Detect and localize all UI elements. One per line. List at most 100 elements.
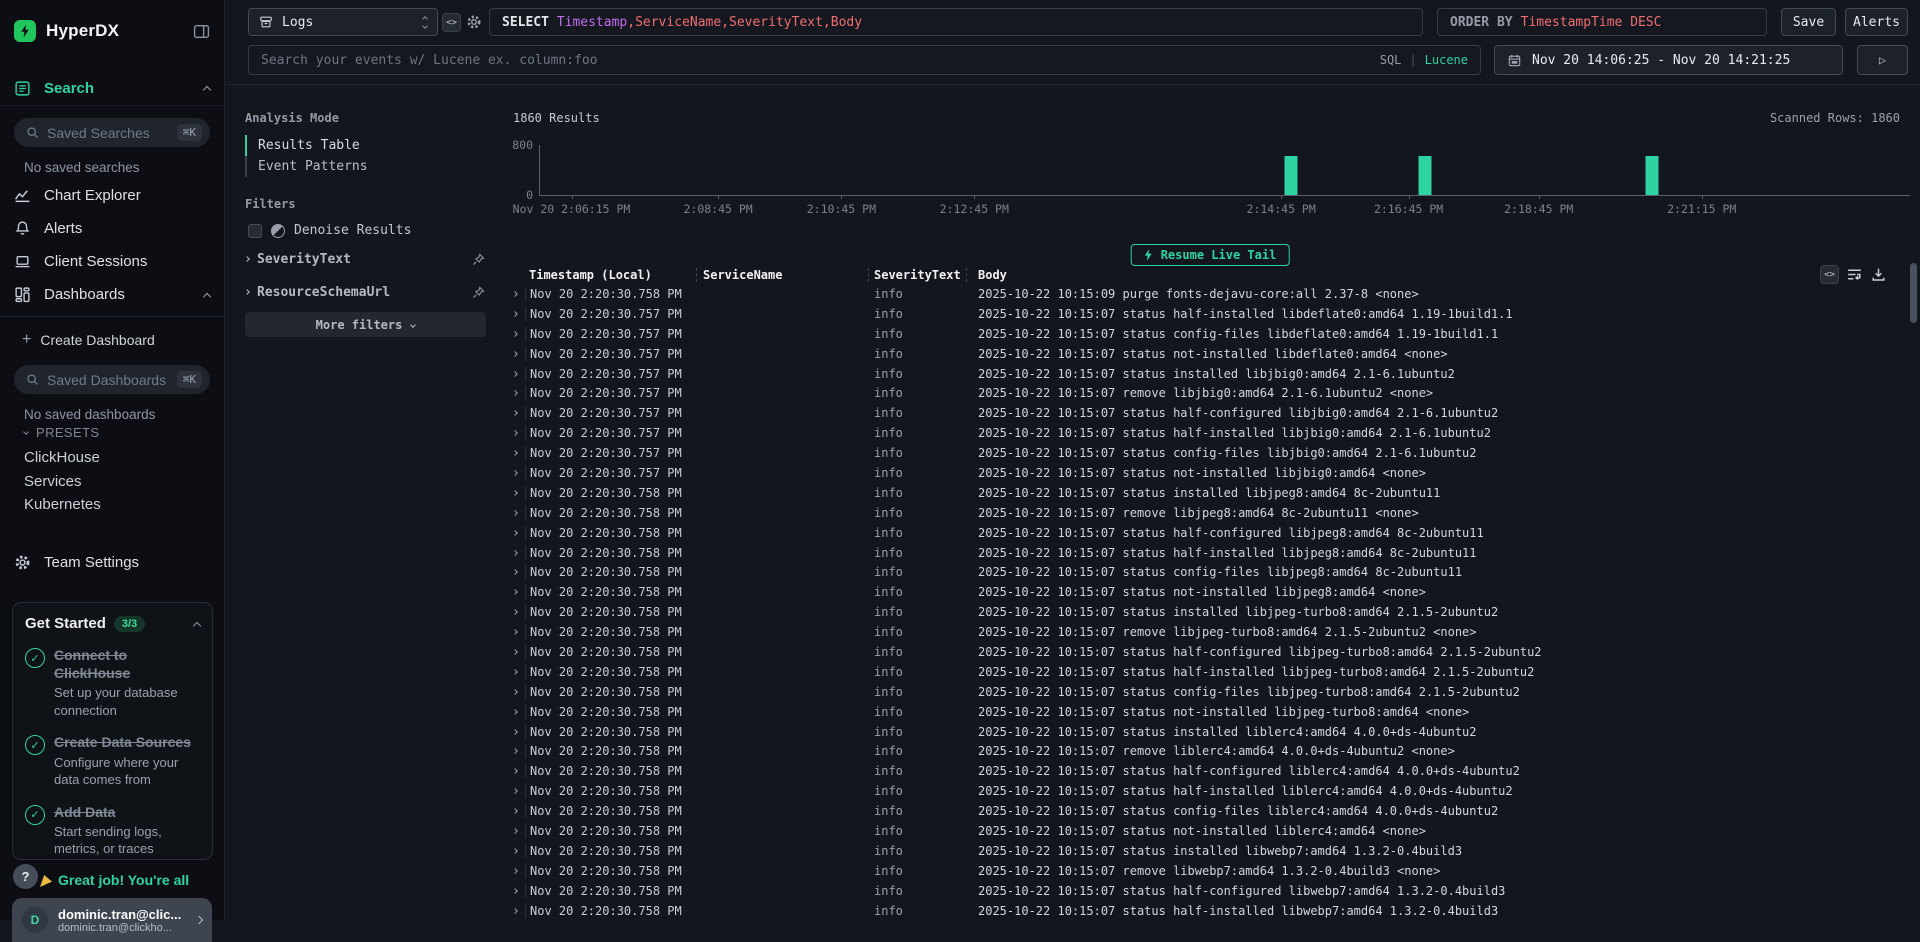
saved-searches-input[interactable]: Saved Searches ⌘K xyxy=(14,118,210,147)
sidebar-item-client-sessions[interactable]: Client Sessions xyxy=(0,245,224,278)
row-expand-icon[interactable] xyxy=(505,411,525,415)
get-started-item-add-data[interactable]: ✓Add DataStart sending logs, metrics, or… xyxy=(25,803,200,858)
get-started-item-connect-to-clickhouse[interactable]: ✓Connect to ClickHouseSet up your databa… xyxy=(25,646,200,719)
row-expand-icon[interactable] xyxy=(505,391,525,395)
table-row[interactable]: Nov 20 2:20:30.758 PMinfo2025-10-22 10:1… xyxy=(505,841,1906,861)
row-expand-icon[interactable] xyxy=(505,749,525,753)
table-row[interactable]: Nov 20 2:20:30.757 PMinfo2025-10-22 10:1… xyxy=(505,443,1906,463)
row-expand-icon[interactable] xyxy=(505,451,525,455)
preset-clickhouse[interactable]: ClickHouse xyxy=(0,446,224,470)
table-row[interactable]: Nov 20 2:20:30.758 PMinfo2025-10-22 10:1… xyxy=(505,562,1906,582)
sidebar-item-alerts[interactable]: Alerts xyxy=(0,212,224,245)
table-row[interactable]: Nov 20 2:20:30.758 PMinfo2025-10-22 10:1… xyxy=(505,622,1906,642)
get-started-header[interactable]: Get Started 3/3 xyxy=(25,615,200,632)
sidebar-item-search[interactable]: Search xyxy=(0,76,224,100)
save-button[interactable]: Save xyxy=(1781,8,1836,36)
table-row[interactable]: Nov 20 2:20:30.758 PMinfo2025-10-22 10:1… xyxy=(505,722,1906,742)
histogram-bar[interactable] xyxy=(1419,156,1432,195)
row-expand-icon[interactable] xyxy=(505,829,525,833)
time-range-picker[interactable]: Nov 20 14:06:25 - Nov 20 14:21:25 xyxy=(1494,45,1843,75)
table-row[interactable]: Nov 20 2:20:30.758 PMinfo2025-10-22 10:1… xyxy=(505,682,1906,702)
table-row[interactable]: Nov 20 2:20:30.758 PMinfo2025-10-22 10:1… xyxy=(505,662,1906,682)
run-query-button[interactable]: ▷ xyxy=(1857,45,1908,75)
row-expand-icon[interactable] xyxy=(505,610,525,614)
table-row[interactable]: Nov 20 2:20:30.757 PMinfo2025-10-22 10:1… xyxy=(505,304,1906,324)
presets-header[interactable]: PRESETS xyxy=(0,424,224,440)
filter-group-severitytext[interactable]: SeverityText xyxy=(245,247,486,271)
pin-icon[interactable] xyxy=(471,252,486,267)
chevron-up-icon[interactable] xyxy=(203,292,211,300)
event-search-input[interactable]: Search your events w/ Lucene ex. column:… xyxy=(248,45,1481,75)
histogram-bar[interactable] xyxy=(1646,156,1659,195)
table-row[interactable]: Nov 20 2:20:30.757 PMinfo2025-10-22 10:1… xyxy=(505,344,1906,364)
row-expand-icon[interactable] xyxy=(505,769,525,773)
table-row[interactable]: Nov 20 2:20:30.757 PMinfo2025-10-22 10:1… xyxy=(505,423,1906,443)
histogram-chart[interactable]: 800 0 Nov 20 2:06:15 PM2:08:45 PM2:10:45… xyxy=(539,145,1910,196)
row-expand-icon[interactable] xyxy=(505,670,525,674)
filter-group-resourceschemaurl[interactable]: ResourceSchemaUrl xyxy=(245,280,486,304)
help-button[interactable]: ? xyxy=(13,864,38,889)
row-expand-icon[interactable] xyxy=(505,869,525,873)
table-row[interactable]: Nov 20 2:20:30.758 PMinfo2025-10-22 10:1… xyxy=(505,761,1906,781)
table-row[interactable]: Nov 20 2:20:30.758 PMinfo2025-10-22 10:1… xyxy=(505,642,1906,662)
saved-dashboards-input[interactable]: Saved Dashboards ⌘K xyxy=(14,365,210,394)
row-expand-icon[interactable] xyxy=(505,849,525,853)
preset-kubernetes[interactable]: Kubernetes xyxy=(0,493,224,517)
app-logo[interactable]: HyperDX xyxy=(0,15,224,47)
table-row[interactable]: Nov 20 2:20:30.758 PMinfo2025-10-22 10:1… xyxy=(505,781,1906,801)
sql-toggle[interactable]: SQL xyxy=(1380,53,1402,67)
alerts-button[interactable]: Alerts xyxy=(1845,8,1908,36)
table-row[interactable]: Nov 20 2:20:30.758 PMinfo2025-10-22 10:1… xyxy=(505,901,1906,920)
histogram-bar[interactable] xyxy=(1284,156,1297,195)
table-row[interactable]: Nov 20 2:20:30.758 PMinfo2025-10-22 10:1… xyxy=(505,284,1906,304)
row-expand-icon[interactable] xyxy=(505,471,525,475)
denoise-checkbox[interactable] xyxy=(248,224,262,238)
more-filters-button[interactable]: More filters xyxy=(245,312,486,337)
row-expand-icon[interactable] xyxy=(505,809,525,813)
row-expand-icon[interactable] xyxy=(505,292,525,296)
row-expand-icon[interactable] xyxy=(505,889,525,893)
user-menu[interactable]: D dominic.tran@clic... dominic.tran@clic… xyxy=(12,898,212,942)
row-expand-icon[interactable] xyxy=(505,570,525,574)
lucene-toggle[interactable]: Lucene xyxy=(1425,53,1468,67)
row-expand-icon[interactable] xyxy=(505,789,525,793)
edit-source-code-button[interactable]: <> xyxy=(442,13,461,32)
table-row[interactable]: Nov 20 2:20:30.757 PMinfo2025-10-22 10:1… xyxy=(505,383,1906,403)
table-row[interactable]: Nov 20 2:20:30.757 PMinfo2025-10-22 10:1… xyxy=(505,403,1906,423)
sidebar-item-chart-explorer[interactable]: Chart Explorer xyxy=(0,179,224,212)
table-row[interactable]: Nov 20 2:20:30.758 PMinfo2025-10-22 10:1… xyxy=(505,602,1906,622)
denoise-results-toggle[interactable]: Denoise Results xyxy=(245,223,486,238)
table-row[interactable]: Nov 20 2:20:30.758 PMinfo2025-10-22 10:1… xyxy=(505,821,1906,841)
table-row[interactable]: Nov 20 2:20:30.758 PMinfo2025-10-22 10:1… xyxy=(505,801,1906,821)
chevron-up-icon[interactable] xyxy=(203,86,211,94)
scrollbar-thumb[interactable] xyxy=(1910,263,1917,323)
resume-live-tail-button[interactable]: Resume Live Tail xyxy=(1131,244,1290,266)
sidebar-item-dashboards[interactable]: Dashboards xyxy=(0,278,224,311)
table-row[interactable]: Nov 20 2:20:30.758 PMinfo2025-10-22 10:1… xyxy=(505,523,1906,543)
table-row[interactable]: Nov 20 2:20:30.758 PMinfo2025-10-22 10:1… xyxy=(505,881,1906,901)
table-row[interactable]: Nov 20 2:20:30.758 PMinfo2025-10-22 10:1… xyxy=(505,543,1906,563)
order-by-input[interactable]: ORDER BY TimestampTime DESC xyxy=(1437,8,1767,36)
row-expand-icon[interactable] xyxy=(505,491,525,495)
sidebar-item-team-settings[interactable]: Team Settings xyxy=(0,550,224,574)
table-row[interactable]: Nov 20 2:20:30.757 PMinfo2025-10-22 10:1… xyxy=(505,364,1906,384)
mode-event-patterns[interactable]: Event Patterns xyxy=(245,156,486,177)
row-expand-icon[interactable] xyxy=(505,551,525,555)
row-expand-icon[interactable] xyxy=(505,372,525,376)
table-row[interactable]: Nov 20 2:20:30.758 PMinfo2025-10-22 10:1… xyxy=(505,861,1906,881)
preset-services[interactable]: Services xyxy=(0,470,224,494)
create-dashboard-button[interactable]: + Create Dashboard xyxy=(0,330,224,350)
sidebar-collapse-icon[interactable] xyxy=(193,23,210,40)
table-row[interactable]: Nov 20 2:20:30.758 PMinfo2025-10-22 10:1… xyxy=(505,741,1906,761)
mode-results-table[interactable]: Results Table xyxy=(245,135,486,156)
table-row[interactable]: Nov 20 2:20:30.758 PMinfo2025-10-22 10:1… xyxy=(505,702,1906,722)
row-expand-icon[interactable] xyxy=(505,710,525,714)
row-expand-icon[interactable] xyxy=(505,312,525,316)
row-expand-icon[interactable] xyxy=(505,332,525,336)
row-expand-icon[interactable] xyxy=(505,431,525,435)
row-expand-icon[interactable] xyxy=(505,531,525,535)
table-row[interactable]: Nov 20 2:20:30.758 PMinfo2025-10-22 10:1… xyxy=(505,582,1906,602)
row-expand-icon[interactable] xyxy=(505,690,525,694)
row-expand-icon[interactable] xyxy=(505,352,525,356)
table-row[interactable]: Nov 20 2:20:30.758 PMinfo2025-10-22 10:1… xyxy=(505,483,1906,503)
